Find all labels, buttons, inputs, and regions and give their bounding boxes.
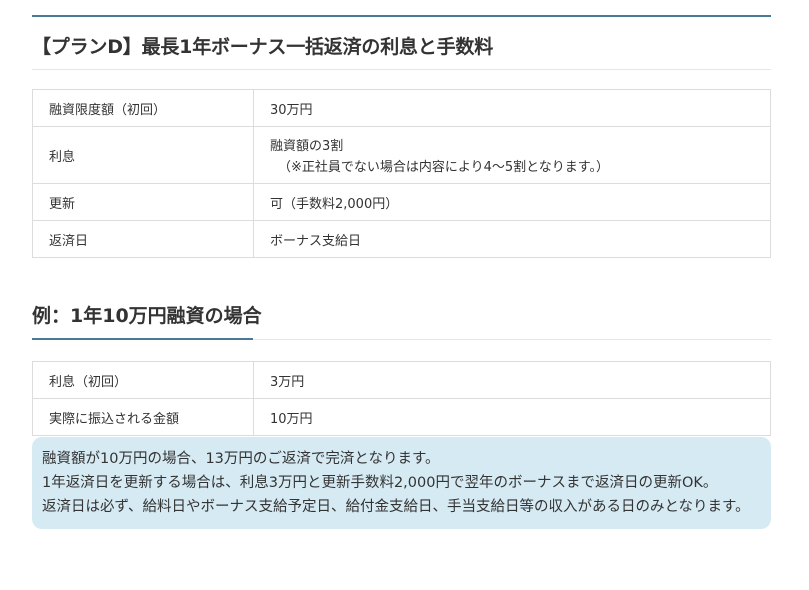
row-value: 可（手数料2,000円） — [253, 183, 771, 221]
row-value: 30万円 — [253, 89, 771, 127]
table-row: 返済日 ボーナス支給日 — [32, 220, 771, 258]
row-label: 更新 — [32, 183, 254, 221]
row-value: 3万円 — [253, 361, 771, 399]
example-heading: 例：1年10万円融資の場合 — [32, 297, 771, 340]
row-label: 返済日 — [32, 220, 254, 258]
note-line: 返済日は必ず、給料日やボーナス支給予定日、給付金支給日、手当支給日等の収入がある… — [42, 499, 750, 515]
table-row: 更新 可（手数料2,000円） — [32, 183, 771, 221]
example-heading-text: 例：1年10万円融資の場合 — [32, 305, 262, 327]
row-value-note: （※正社員でない場合は内容により4〜5割となります。） — [278, 160, 609, 175]
table-row: 実際に振込される金額 10万円 — [32, 398, 771, 436]
plan-d-heading-text: 【プランD】最長1年ボーナス一括返済の利息と手数料 — [32, 36, 493, 58]
table-row: 利息（初回） 3万円 — [32, 361, 771, 399]
row-value-cell: 融資額の3割 （※正社員でない場合は内容により4〜5割となります。） — [253, 126, 771, 184]
row-label: 利息 — [32, 126, 254, 184]
note-line: 融資額が10万円の場合、13万円のご返済で完済となります。 — [42, 451, 440, 467]
info-note-box: 融資額が10万円の場合、13万円のご返済で完済となります。 1年返済日を更新する… — [32, 437, 771, 529]
example-table: 利息（初回） 3万円 実際に振込される金額 10万円 — [32, 361, 771, 436]
table-row: 融資限度額（初回） 30万円 — [32, 89, 771, 127]
plan-d-table: 融資限度額（初回） 30万円 利息 融資額の3割 （※正社員でない場合は内容によ… — [32, 89, 771, 258]
row-label: 利息（初回） — [32, 361, 254, 399]
row-value: 融資額の3割 — [270, 139, 344, 154]
note-line: 1年返済日を更新する場合は、利息3万円と更新手数料2,000円で翌年のボーナスま… — [42, 475, 718, 491]
plan-d-heading: 【プランD】最長1年ボーナス一括返済の利息と手数料 — [32, 15, 771, 70]
row-label: 融資限度額（初回） — [32, 89, 254, 127]
heading-accent-line — [32, 338, 253, 340]
content-area: 【プランD】最長1年ボーナス一括返済の利息と手数料 融資限度額（初回） 30万円… — [32, 0, 771, 529]
row-label: 実際に振込される金額 — [32, 398, 254, 436]
table-row: 利息 融資額の3割 （※正社員でない場合は内容により4〜5割となります。） — [32, 126, 771, 184]
row-value: ボーナス支給日 — [253, 220, 771, 258]
row-value: 10万円 — [253, 398, 771, 436]
